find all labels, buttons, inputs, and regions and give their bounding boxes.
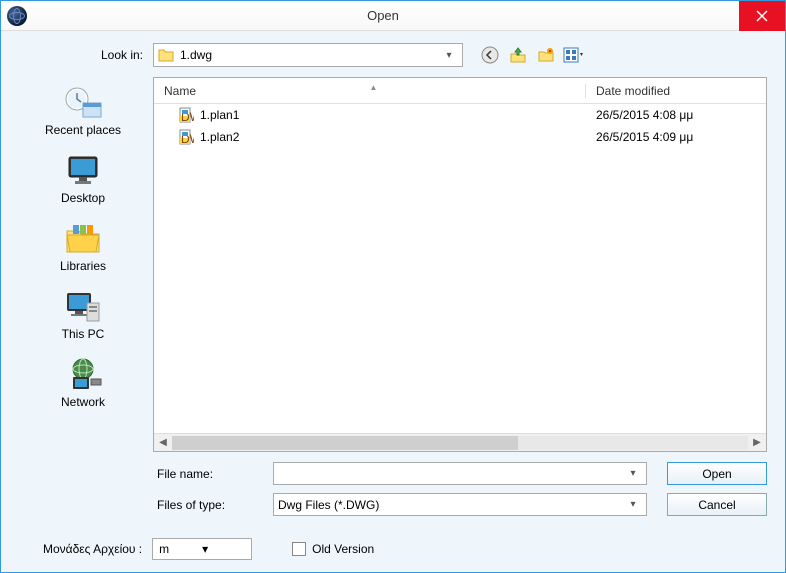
sidebar-item-network[interactable]: Network <box>13 353 153 413</box>
file-row[interactable]: DWG 1.plan126/5/2015 4:08 μμ <box>154 104 766 126</box>
scroll-left-icon[interactable]: ◀ <box>154 437 172 448</box>
close-icon <box>756 10 768 22</box>
filetype-dropdown[interactable]: Dwg Files (*.DWG)▾ <box>273 493 647 516</box>
new-folder-icon <box>537 46 555 64</box>
sidebar-item-libraries[interactable]: Libraries <box>13 217 153 277</box>
old-version-label: Old Version <box>312 542 374 556</box>
sort-indicator-icon: ▲ <box>370 83 378 92</box>
file-list-header: Name▲ Date modified <box>154 78 766 104</box>
desktop-icon <box>63 153 103 189</box>
units-label: Μονάδες Αρχείου : <box>43 542 142 556</box>
sidebar-item-label: This PC <box>62 327 105 341</box>
file-row[interactable]: DWG 1.plan226/5/2015 4:09 μμ <box>154 126 766 148</box>
column-name[interactable]: Name▲ <box>154 84 586 98</box>
window-title: Open <box>27 8 739 23</box>
up-icon <box>509 46 527 64</box>
checkbox-box <box>292 542 306 556</box>
sidebar-item-recent[interactable]: Recent places <box>13 81 153 141</box>
file-name: 1.plan1 <box>200 108 586 122</box>
column-date[interactable]: Date modified <box>586 84 766 98</box>
view-icon <box>563 46 585 64</box>
network-icon <box>63 357 103 393</box>
horizontal-scrollbar[interactable]: ◀ ▶ <box>154 433 766 451</box>
units-dropdown[interactable]: m▾ <box>152 538 252 560</box>
file-name: 1.plan2 <box>200 130 586 144</box>
dwg-file-icon: DWG <box>178 107 194 123</box>
titlebar: Open <box>1 1 785 31</box>
view-menu-button[interactable] <box>563 44 585 66</box>
sidebar-item-label: Desktop <box>61 191 105 205</box>
up-button[interactable] <box>507 44 529 66</box>
libraries-icon <box>63 221 103 257</box>
dwg-file-icon: DWG <box>178 129 194 145</box>
filetype-label: Files of type: <box>153 498 273 512</box>
sidebar-item-thispc[interactable]: This PC <box>13 285 153 345</box>
chevron-down-icon: ▾ <box>624 468 642 479</box>
app-icon <box>7 6 27 26</box>
sidebar-item-label: Recent places <box>45 123 121 137</box>
filename-input[interactable]: ▾ <box>273 462 647 485</box>
open-button[interactable]: Open <box>667 462 767 485</box>
scroll-thumb[interactable] <box>172 436 518 450</box>
lookin-dropdown[interactable]: 1.dwg ▾ <box>153 43 463 67</box>
close-button[interactable] <box>739 1 785 31</box>
filename-label: File name: <box>153 467 273 481</box>
sidebar-item-desktop[interactable]: Desktop <box>13 149 153 209</box>
folder-icon <box>158 48 174 62</box>
back-button[interactable] <box>479 44 501 66</box>
lookin-label: Look in: <box>73 48 143 62</box>
new-folder-button[interactable] <box>535 44 557 66</box>
file-list: Name▲ Date modified DWG 1.plan126/5/2015 … <box>153 77 767 452</box>
scroll-right-icon[interactable]: ▶ <box>748 437 766 448</box>
chevron-down-icon: ▾ <box>624 499 642 510</box>
cancel-button[interactable]: Cancel <box>667 493 767 516</box>
chevron-down-icon: ▾ <box>202 542 245 556</box>
sidebar-item-label: Network <box>61 395 105 409</box>
file-date: 26/5/2015 4:08 μμ <box>586 108 766 122</box>
file-date: 26/5/2015 4:09 μμ <box>586 130 766 144</box>
back-icon <box>481 46 499 64</box>
scroll-track[interactable] <box>172 436 748 450</box>
recent-places-icon <box>63 85 103 121</box>
places-sidebar: Recent places Desktop Libraries This PC … <box>13 77 153 524</box>
sidebar-item-label: Libraries <box>60 259 106 273</box>
old-version-checkbox[interactable]: Old Version <box>292 542 374 556</box>
lookin-value: 1.dwg <box>180 48 440 62</box>
chevron-down-icon: ▾ <box>440 50 458 61</box>
thispc-icon <box>63 289 103 325</box>
